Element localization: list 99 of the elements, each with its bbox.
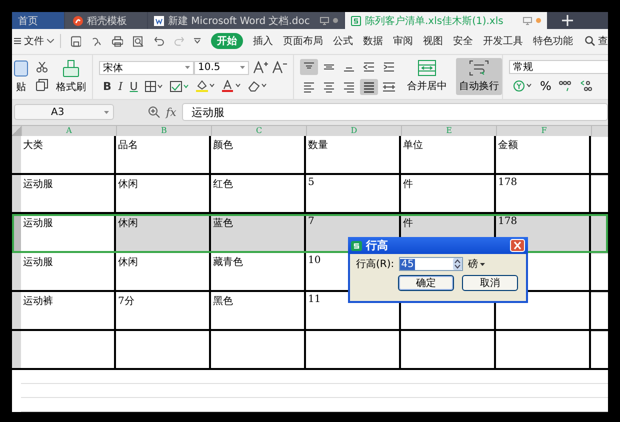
dropdown-icon[interactable] <box>194 38 201 44</box>
document-tab[interactable]: 新建 Microsoft Word 文档.doc <box>148 12 344 30</box>
table-cell: 休闲 <box>116 253 211 290</box>
ribbon-tab[interactable]: 公式 <box>332 34 353 48</box>
ribbon-tab[interactable]: 审阅 <box>392 34 413 48</box>
print-icon[interactable] <box>112 36 124 47</box>
merge-center-button[interactable]: 合并居中 <box>407 79 447 94</box>
clipboard-icon[interactable] <box>14 59 28 78</box>
align-top-icon[interactable] <box>300 58 318 75</box>
style-button[interactable]: U <box>130 80 138 93</box>
table-cell: 颜色 <box>211 136 306 173</box>
undo-history-icon[interactable] <box>91 36 102 47</box>
style-button[interactable]: I <box>118 80 123 93</box>
monitor-icon[interactable] <box>320 16 329 25</box>
save-icon[interactable] <box>70 36 82 47</box>
zoom-icon[interactable] <box>148 106 160 118</box>
dialog-button[interactable]: 取消 <box>462 275 518 291</box>
caret-icon <box>185 66 190 70</box>
justify-icon[interactable] <box>360 78 378 95</box>
wrap-text-button[interactable]: 自动换行 <box>456 58 502 96</box>
table-cell: 藏青色 <box>211 253 306 290</box>
copy-icon[interactable] <box>36 79 48 92</box>
table-cell: 件 <box>401 175 496 212</box>
close-icon[interactable] <box>510 239 525 252</box>
shrink-font-icon[interactable] <box>272 61 287 74</box>
ribbon-tab[interactable]: 插入 <box>252 34 273 48</box>
table-cell: 金额 <box>496 136 591 173</box>
file-menu[interactable]: 文件 <box>14 34 54 48</box>
caret-icon <box>47 39 54 44</box>
ribbon-tab[interactable]: 安全 <box>452 34 473 48</box>
currency-icon[interactable] <box>513 80 533 92</box>
search-button[interactable]: 查 <box>584 34 608 48</box>
table-cell: 大类 <box>21 136 116 173</box>
eraser-icon[interactable] <box>248 80 267 92</box>
ribbon-tab[interactable]: 开发工具 <box>482 34 523 48</box>
ribbon-tab[interactable]: 特色功能 <box>532 34 573 48</box>
new-tab-icon[interactable] <box>562 15 573 26</box>
table-cell <box>591 214 608 251</box>
table-cell: 运动服 <box>21 253 116 290</box>
table-cell: 运动裤 <box>21 292 116 329</box>
thousands-icon[interactable] <box>558 80 572 92</box>
formula-field[interactable]: 运动服 <box>182 103 608 122</box>
table-cell: 休闲 <box>116 175 211 212</box>
table-cell: 178 <box>496 175 591 212</box>
table-cell: 运动服 <box>21 175 116 212</box>
document-tab[interactable]: 首页 <box>12 12 64 30</box>
function-button[interactable]: fx <box>166 106 176 119</box>
scissors-icon[interactable] <box>36 62 48 74</box>
percent-button[interactable]: % <box>540 79 552 94</box>
menu-icon <box>14 38 21 44</box>
font-select[interactable]: 宋体 <box>99 60 194 75</box>
dialog-button[interactable]: 确定 <box>398 275 454 291</box>
caret-icon <box>104 110 109 114</box>
row-height-field[interactable]: 45 <box>399 257 464 271</box>
table-cell: 单位 <box>401 136 496 173</box>
monitor-icon[interactable] <box>523 16 532 25</box>
row-height-label: 行高(R): <box>356 258 394 271</box>
preview-icon[interactable] <box>133 36 144 47</box>
spinner-icon[interactable] <box>453 258 462 270</box>
decimal-icon[interactable] <box>579 80 594 92</box>
name-box[interactable]: A3 <box>14 104 114 120</box>
paste-label[interactable]: 贴 <box>16 80 26 94</box>
border-icon[interactable] <box>144 80 163 92</box>
style-button[interactable]: B <box>103 80 112 93</box>
dialog-title: 行高 <box>366 238 388 253</box>
caret-icon <box>240 66 245 70</box>
table-cell: 黑色 <box>211 292 306 329</box>
font-color-icon[interactable] <box>222 80 241 92</box>
app-icon <box>351 240 362 250</box>
undo-icon[interactable] <box>154 36 164 46</box>
wrap-text-icon <box>469 60 489 76</box>
table-cell: 品名 <box>116 136 211 173</box>
ribbon-tab[interactable]: 数据 <box>362 34 383 48</box>
brush-icon[interactable] <box>63 60 79 77</box>
fill-color-icon[interactable] <box>196 80 215 92</box>
table-cell: 休闲 <box>116 214 211 251</box>
document-icon <box>154 16 164 26</box>
table-cell: 运动服 <box>21 214 116 251</box>
flame-icon <box>73 16 83 26</box>
dot-icon[interactable] <box>536 18 541 24</box>
font-size-select[interactable]: 10.5 <box>194 60 249 75</box>
table-cell: 7分 <box>116 292 211 329</box>
merge-cells-icon[interactable] <box>418 60 436 76</box>
document-tab[interactable]: 稻壳模板 <box>65 12 147 30</box>
dot-icon[interactable] <box>333 18 338 24</box>
table-cell: 蓝色 <box>211 214 306 251</box>
table-cell: 红色 <box>211 175 306 212</box>
caret-icon <box>480 262 486 266</box>
unit-select[interactable]: 磅 <box>468 257 486 271</box>
number-format-select[interactable]: 常规 <box>509 60 608 74</box>
ribbon-tab[interactable]: 视图 <box>422 34 443 48</box>
format-painter-button[interactable]: 格式刷 <box>56 80 86 94</box>
spreadsheet-icon <box>351 16 361 26</box>
cell-style-icon[interactable] <box>170 80 189 92</box>
grow-font-icon[interactable] <box>253 61 268 74</box>
ribbon-tab[interactable]: 页面布局 <box>282 34 323 48</box>
search-icon <box>584 36 595 46</box>
table-cell: 5 <box>306 175 401 212</box>
table-cell: 数量 <box>306 136 401 173</box>
